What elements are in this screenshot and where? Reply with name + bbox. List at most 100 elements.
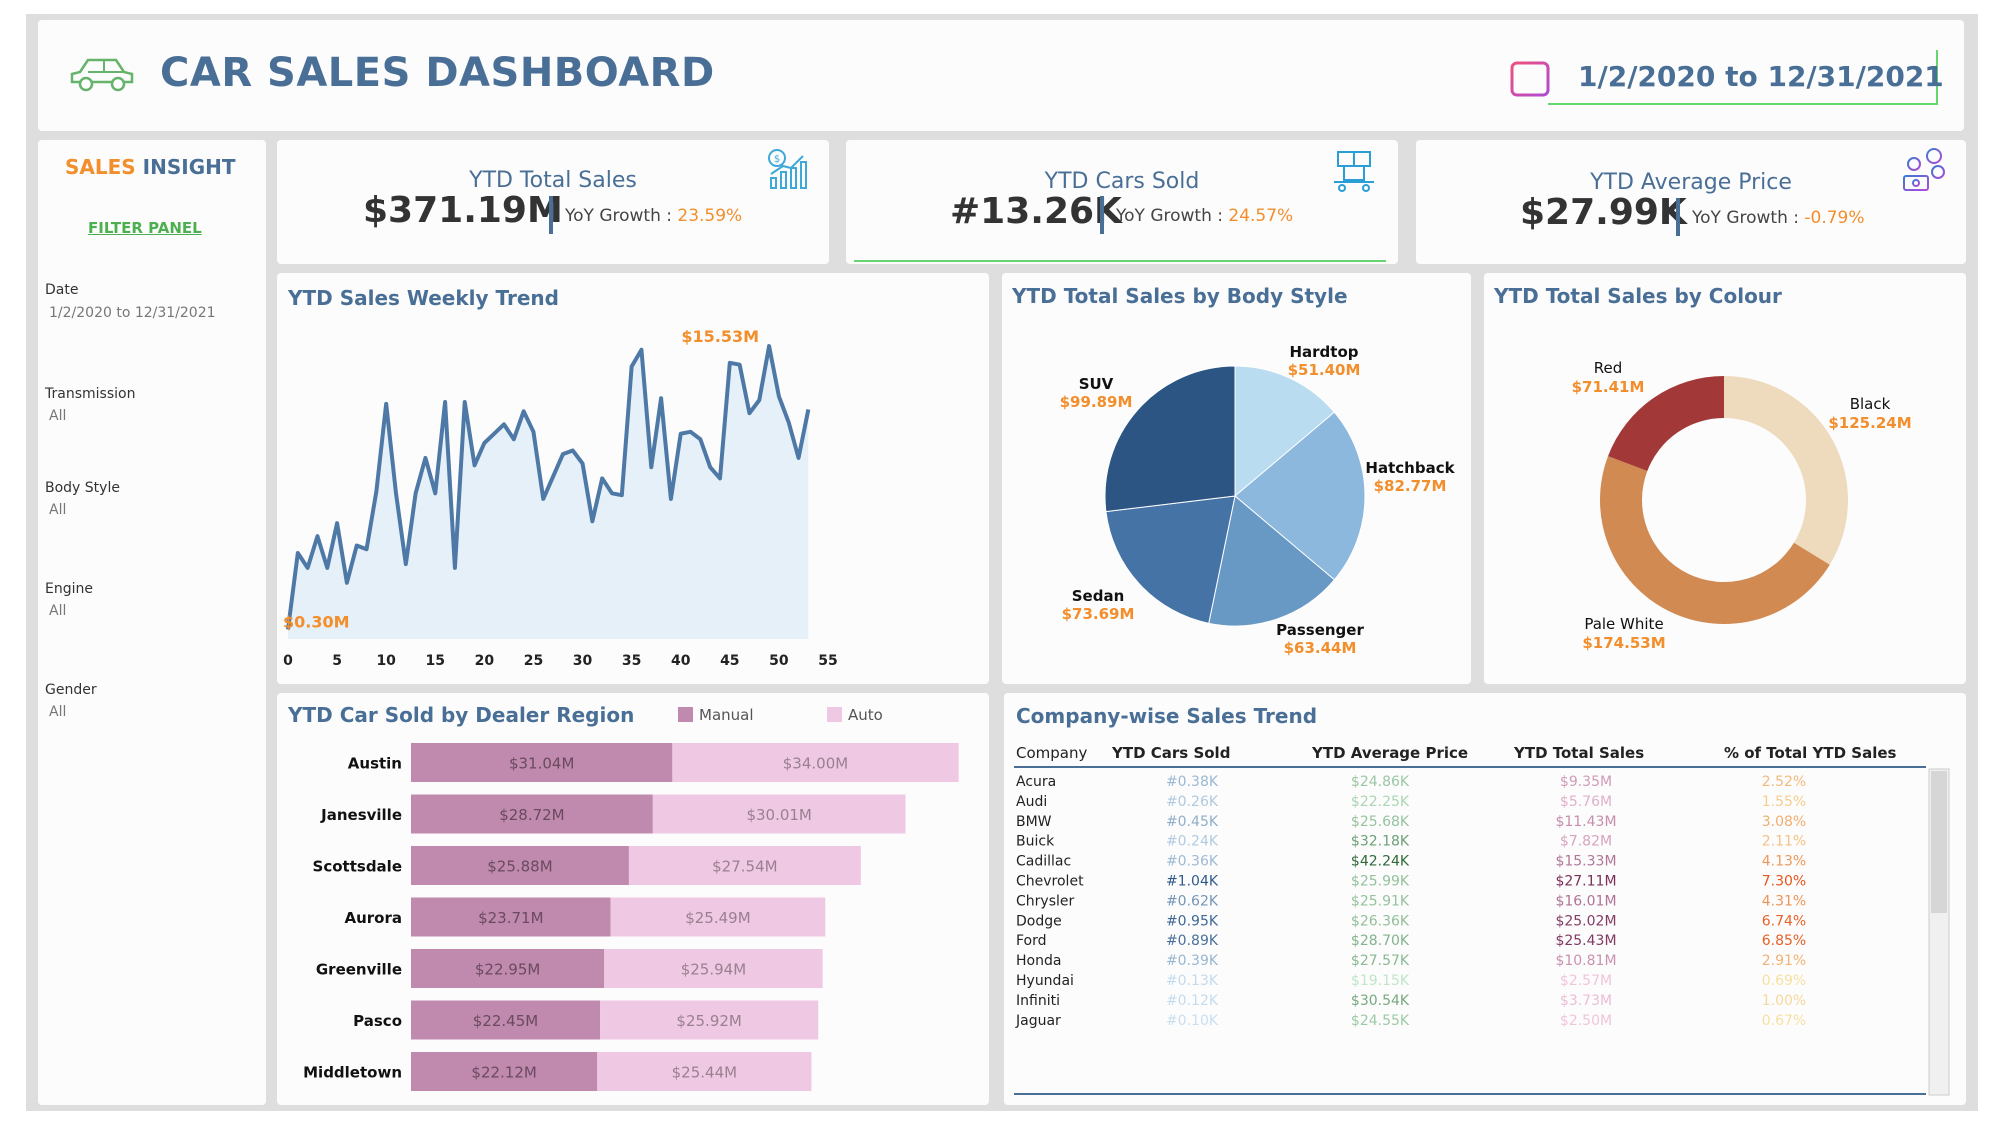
x-tick-label: 20 bbox=[475, 653, 495, 669]
x-tick-label: 15 bbox=[426, 653, 445, 669]
table-cell: $27.11M bbox=[1555, 874, 1616, 890]
table-cell: $9.35M bbox=[1560, 774, 1612, 790]
table-cell: 1.00% bbox=[1762, 993, 1806, 1009]
filter-body-style-value[interactable]: All bbox=[49, 502, 66, 518]
kpi-yoy-label: YoY Growth : bbox=[1116, 206, 1229, 226]
x-tick-label: 5 bbox=[332, 653, 342, 669]
table-cell: 2.52% bbox=[1762, 774, 1806, 790]
table-cell-company: Honda bbox=[1016, 953, 1061, 969]
filter-date-label: Date bbox=[45, 282, 79, 298]
x-tick-label: 40 bbox=[671, 653, 691, 669]
body-style-pie-chart[interactable]: Hardtop$51.40MHatchback$82.77MPassenger$… bbox=[1002, 273, 1471, 684]
bar-auto-value: $25.92M bbox=[676, 1012, 741, 1030]
bar-manual-value: $22.45M bbox=[473, 1012, 538, 1030]
money-icon bbox=[1903, 148, 1945, 191]
car-icon bbox=[70, 58, 134, 92]
kpi-title: YTD Cars Sold bbox=[1044, 169, 1200, 194]
bar-auto-value: $25.94M bbox=[681, 961, 746, 979]
kpi-average-price: YTD Average Price $27.99K YoY Growth : -… bbox=[1416, 140, 1966, 264]
region-label: Middletown bbox=[303, 1064, 402, 1082]
pie-label: SUV bbox=[1079, 375, 1114, 393]
table-cell: $11.43M bbox=[1555, 814, 1616, 830]
region-label: Scottsdale bbox=[313, 858, 402, 876]
table-cell-company: BMW bbox=[1016, 814, 1052, 830]
table-cell: #0.36K bbox=[1166, 854, 1219, 870]
dealer-region-bar-chart[interactable]: Manual Auto Austin $31.04M $34.00M Janesville… bbox=[277, 693, 989, 1105]
table-cell: $10.81M bbox=[1555, 953, 1616, 969]
table-cell: $27.57K bbox=[1351, 953, 1410, 969]
filter-body-style-label: Body Style bbox=[45, 480, 120, 496]
table-cell: $25.91K bbox=[1351, 893, 1410, 909]
donut-slice-pale-white[interactable] bbox=[1600, 456, 1830, 624]
table-cell: $26.36K bbox=[1351, 913, 1410, 929]
kpi-yoy: YoY Growth : 23.59% bbox=[565, 206, 742, 226]
kpi-yoy-value: 23.59% bbox=[677, 206, 743, 226]
table-cell: 2.11% bbox=[1762, 834, 1806, 850]
page-title: CAR SALES DASHBOARD bbox=[160, 50, 715, 96]
filter-engine-value[interactable]: All bbox=[49, 603, 66, 619]
table-cell: $32.18K bbox=[1351, 834, 1410, 850]
table-cell: #0.13K bbox=[1166, 973, 1219, 989]
svg-text:$: $ bbox=[774, 154, 780, 165]
pie-value-label: $73.69M bbox=[1062, 605, 1135, 623]
bar-manual-value: $22.12M bbox=[471, 1064, 536, 1082]
region-label: Aurora bbox=[344, 909, 402, 927]
colour-donut-chart[interactable]: Black$125.24M Pale White$174.53M Red$71.41… bbox=[1484, 273, 1966, 684]
filter-date-value[interactable]: 1/2/2020 to 12/31/2021 bbox=[49, 305, 216, 321]
donut-slice-black[interactable] bbox=[1724, 376, 1848, 565]
x-tick-label: 0 bbox=[283, 653, 293, 669]
x-tick-label: 55 bbox=[818, 653, 837, 669]
table-cell: $25.68K bbox=[1351, 814, 1410, 830]
table-header[interactable]: Company bbox=[1016, 744, 1087, 762]
table-cell: $5.76M bbox=[1560, 794, 1612, 810]
kpi-yoy: YoY Growth : -0.79% bbox=[1692, 208, 1865, 228]
table-cell-company: Hyundai bbox=[1016, 973, 1074, 989]
x-tick-label: 25 bbox=[524, 653, 543, 669]
filter-gender-value[interactable]: All bbox=[49, 704, 66, 720]
legend-label-manual: Manual bbox=[699, 706, 754, 724]
kpi-yoy-label: YoY Growth : bbox=[1692, 208, 1805, 228]
weekly-trend-chart[interactable]: 0 5 10 15 20 25 30 35 40 45 50 55 $15.53M $0.30M bbox=[277, 273, 989, 684]
x-tick-label: 10 bbox=[376, 653, 396, 669]
table-cell: #0.39K bbox=[1166, 953, 1219, 969]
kpi-yoy-label: YoY Growth : bbox=[565, 206, 678, 226]
table-cell: $7.82M bbox=[1560, 834, 1612, 850]
pie-label: Hardtop bbox=[1289, 343, 1358, 361]
table-header[interactable]: YTD Average Price bbox=[1311, 744, 1468, 762]
table-header[interactable]: % of Total YTD Sales bbox=[1724, 744, 1897, 762]
table-cell: #0.24K bbox=[1166, 834, 1219, 850]
table-cell: $24.55K bbox=[1351, 1013, 1410, 1029]
bar-auto-value: $27.54M bbox=[712, 858, 777, 876]
pie-slice-suv[interactable] bbox=[1104, 365, 1236, 513]
bar-auto-value: $34.00M bbox=[783, 755, 848, 773]
bar-auto-value: $25.44M bbox=[672, 1064, 737, 1082]
kpi-total-sales: YTD Total Sales $371.19M YoY Growth : 23… bbox=[277, 140, 829, 264]
legend-swatch-manual bbox=[678, 707, 693, 722]
pie-label: Hatchback bbox=[1365, 459, 1455, 477]
table-cell-company: Jaguar bbox=[1015, 1013, 1061, 1029]
table-cell-company: Infiniti bbox=[1016, 993, 1060, 1009]
table-header[interactable]: YTD Cars Sold bbox=[1111, 744, 1230, 762]
company-sales-table[interactable]: Company YTD Cars Sold YTD Average Price YTD… bbox=[1004, 693, 1966, 1105]
table-cell: $28.70K bbox=[1351, 933, 1410, 949]
bar-manual-value: $31.04M bbox=[509, 755, 574, 773]
filter-panel-link[interactable]: FILTER PANEL bbox=[88, 219, 202, 237]
pie-label: Sedan bbox=[1072, 587, 1125, 605]
donut-label: Black bbox=[1850, 395, 1891, 413]
sidebar-title-part2: INSIGHT bbox=[142, 155, 236, 179]
region-label: Austin bbox=[348, 755, 402, 773]
table-cell: #0.89K bbox=[1166, 933, 1219, 949]
table-cell-company: Dodge bbox=[1016, 913, 1062, 929]
calendar-icon bbox=[1510, 59, 1550, 97]
table-cell: 6.74% bbox=[1762, 913, 1806, 929]
table-cell: #0.38K bbox=[1166, 774, 1219, 790]
table-cell-company: Acura bbox=[1016, 774, 1056, 790]
table-cell-company: Cadillac bbox=[1016, 854, 1071, 870]
kpi-value: #13.26K bbox=[950, 191, 1122, 232]
table-scrollbar-thumb[interactable] bbox=[1931, 771, 1947, 913]
filter-transmission-value[interactable]: All bbox=[49, 408, 66, 424]
table-cell: $16.01M bbox=[1555, 893, 1616, 909]
table-cell: #0.45K bbox=[1166, 814, 1219, 830]
table-cell: $25.02M bbox=[1555, 913, 1616, 929]
table-header[interactable]: YTD Total Sales bbox=[1513, 744, 1644, 762]
